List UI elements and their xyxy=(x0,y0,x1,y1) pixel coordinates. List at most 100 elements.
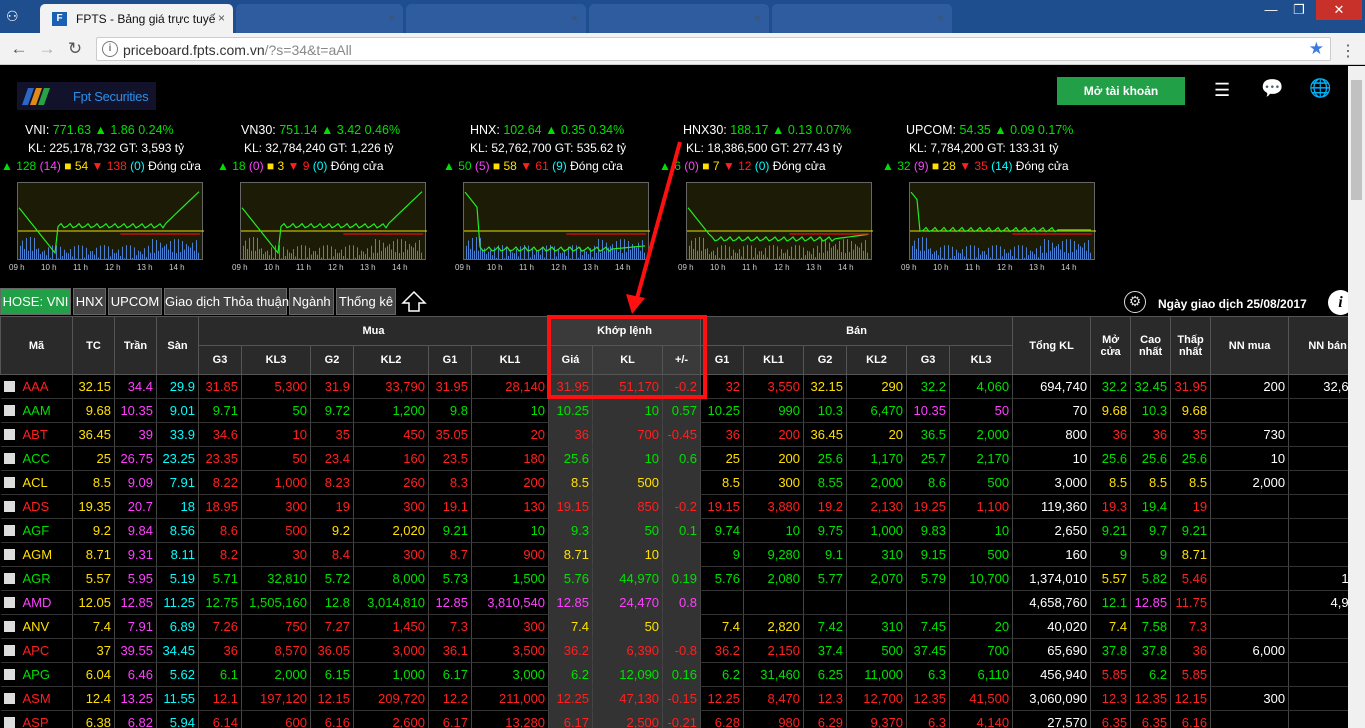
col-bid-kl2[interactable]: KL2 xyxy=(353,345,429,375)
cell-symbol[interactable]: ANV xyxy=(0,614,73,639)
cell-symbol[interactable]: ACC xyxy=(0,446,73,471)
close-window-button[interactable]: ✕ xyxy=(1316,0,1362,20)
col-bid-kl1[interactable]: KL1 xyxy=(470,345,550,375)
cell-symbol[interactable]: ACL xyxy=(0,470,73,495)
table-row[interactable]: ASM 12.4 13.25 11.55 12.1 197,120 12.15 209,720… xyxy=(0,686,1348,711)
col-ask-g2[interactable]: G2 xyxy=(803,345,848,375)
scrollbar-thumb[interactable] xyxy=(1351,80,1362,200)
index-intraday-chart-1[interactable] xyxy=(240,182,427,260)
table-row[interactable]: ADS 19.35 20.7 18 18.95 300 19 300 19.1 130 19.15 8… xyxy=(0,494,1348,519)
cell-symbol[interactable]: ABT xyxy=(0,422,73,447)
col-ask-kl3[interactable]: KL3 xyxy=(949,345,1014,375)
forward-arrow-icon[interactable]: → xyxy=(36,38,58,60)
tab-hose[interactable]: HOSE: VNI xyxy=(0,288,71,315)
watch-checkbox[interactable] xyxy=(3,621,15,632)
col-ceiling[interactable]: Trần xyxy=(114,316,157,375)
symbol-label[interactable]: AGM xyxy=(23,547,53,562)
cell-symbol[interactable]: ASM xyxy=(0,686,73,711)
url-input[interactable]: i priceboard.fpts.com.vn/?s=34&t=aAll ★ xyxy=(96,37,1331,61)
col-foreign-buy[interactable]: NN mua xyxy=(1210,316,1290,375)
col-open[interactable]: Mở cửa xyxy=(1090,316,1132,375)
fpt-logo[interactable]: Fpt Securities xyxy=(17,82,156,110)
tab-hnx[interactable]: HNX xyxy=(73,288,106,315)
watch-checkbox[interactable] xyxy=(3,381,15,392)
cell-symbol[interactable]: ADS xyxy=(0,494,73,519)
page-scrollbar[interactable] xyxy=(1348,66,1365,728)
table-row[interactable]: AAM 9.68 10.35 9.01 9.71 50 9.72 1,200 9.8 10 10.2… xyxy=(0,398,1348,423)
menu-icon[interactable]: ☰ xyxy=(1214,80,1230,101)
table-row[interactable]: ABT 36.45 39 33.9 34.6 10 35 450 35.05 20 36 700 -0.… xyxy=(0,422,1348,447)
minimize-button[interactable]: — xyxy=(1258,0,1284,20)
browser-tab-5[interactable]: × xyxy=(772,4,952,33)
col-reference[interactable]: TC xyxy=(72,316,115,375)
symbol-label[interactable]: ASM xyxy=(23,691,51,706)
watch-checkbox[interactable] xyxy=(3,717,15,728)
close-tab-icon[interactable]: × xyxy=(388,11,395,25)
watch-checkbox[interactable] xyxy=(3,405,15,416)
index-intraday-chart-4[interactable] xyxy=(909,182,1096,260)
watch-checkbox[interactable] xyxy=(3,453,15,464)
symbol-label[interactable]: APC xyxy=(23,643,50,658)
info-icon[interactable]: i xyxy=(1328,290,1348,315)
table-row[interactable]: AGM 8.71 9.31 8.11 8.2 30 8.4 300 8.7 900 8.71 10 9 9… xyxy=(0,542,1348,567)
bookmark-star-icon[interactable]: ★ xyxy=(1309,39,1324,59)
browser-tab-3[interactable]: × xyxy=(406,4,586,33)
reload-icon[interactable]: ↻ xyxy=(64,38,86,60)
symbol-label[interactable]: ASP xyxy=(23,715,49,728)
col-bid-g2[interactable]: G2 xyxy=(310,345,354,375)
index-intraday-chart-0[interactable] xyxy=(17,182,204,260)
cell-symbol[interactable]: APC xyxy=(0,638,73,663)
maximize-button[interactable]: ❐ xyxy=(1286,0,1312,20)
col-foreign-sell[interactable]: NN bán xyxy=(1288,316,1348,375)
browser-tab-2[interactable]: × xyxy=(236,4,403,33)
browser-tab-4[interactable]: × xyxy=(589,4,769,33)
globe-language-icon[interactable]: 🌐 xyxy=(1309,78,1331,99)
cell-symbol[interactable]: APG xyxy=(0,662,73,687)
chat-icon[interactable]: 💬 xyxy=(1261,78,1283,99)
back-arrow-icon[interactable]: ← xyxy=(8,38,30,60)
watch-checkbox[interactable] xyxy=(3,525,15,536)
watch-checkbox[interactable] xyxy=(3,597,15,608)
col-floor[interactable]: Sàn xyxy=(156,316,199,375)
table-row[interactable]: ANV 7.4 7.91 6.89 7.26 750 7.27 1,450 7.3 300 7.4 5… xyxy=(0,614,1348,639)
table-row[interactable]: ASP 6.38 6.82 5.94 6.14 600 6.16 2,600 6.17 13,28… xyxy=(0,710,1348,728)
table-row[interactable]: APC 37 39.55 34.45 36 8,570 36.05 3,000 36.1 3,50… xyxy=(0,638,1348,663)
close-tab-icon[interactable]: × xyxy=(937,11,944,25)
tab-statistics[interactable]: Thống kê xyxy=(336,288,396,315)
col-bid-g3[interactable]: G3 xyxy=(198,345,242,375)
col-high[interactable]: Cao nhất xyxy=(1130,316,1172,375)
watch-checkbox[interactable] xyxy=(3,501,15,512)
col-low[interactable]: Thấp nhất xyxy=(1170,316,1212,375)
symbol-label[interactable]: AAA xyxy=(23,379,49,394)
watch-checkbox[interactable] xyxy=(3,669,15,680)
table-row[interactable]: ACL 8.5 9.09 7.91 8.22 1,000 8.23 260 8.3 200 8.5 5… xyxy=(0,470,1348,495)
table-row[interactable]: AGF 9.2 9.84 8.56 8.6 500 9.2 2,020 9.21 10 9.3 50 0… xyxy=(0,518,1348,543)
symbol-label[interactable]: AGF xyxy=(23,523,50,538)
col-ask-kl2[interactable]: KL2 xyxy=(846,345,908,375)
symbol-label[interactable]: ANV xyxy=(23,619,50,634)
watch-checkbox[interactable] xyxy=(3,429,15,440)
col-bid-g1[interactable]: G1 xyxy=(428,345,472,375)
cell-symbol[interactable]: AGR xyxy=(0,566,73,591)
symbol-label[interactable]: AGR xyxy=(23,571,51,586)
symbol-label[interactable]: AMD xyxy=(23,595,52,610)
symbol-label[interactable]: ACL xyxy=(23,475,48,490)
cell-symbol[interactable]: AAM xyxy=(0,398,73,423)
watch-checkbox[interactable] xyxy=(3,477,15,488)
open-account-button[interactable]: Mở tài khoản xyxy=(1057,77,1185,105)
col-ask-kl1[interactable]: KL1 xyxy=(743,345,805,375)
watch-checkbox[interactable] xyxy=(3,549,15,560)
index-intraday-chart-3[interactable] xyxy=(686,182,873,260)
col-ask-g3[interactable]: G3 xyxy=(906,345,951,375)
site-info-icon[interactable]: i xyxy=(102,41,118,57)
col-symbol[interactable]: Mã xyxy=(0,316,73,375)
tab-upcom[interactable]: UPCOM xyxy=(108,288,162,315)
browser-tab-fpts[interactable]: F FPTS - Bảng giá trực tuyế × xyxy=(40,4,233,33)
symbol-label[interactable]: ADS xyxy=(23,499,50,514)
col-bid-kl3[interactable]: KL3 xyxy=(241,345,311,375)
index-intraday-chart-2[interactable] xyxy=(463,182,650,260)
cell-symbol[interactable]: AMD xyxy=(0,590,73,615)
table-row[interactable]: APG 6.04 6.46 5.62 6.1 2,000 6.15 1,000 6.17 3,00… xyxy=(0,662,1348,687)
collapse-up-arrow-icon[interactable] xyxy=(399,288,429,315)
table-row[interactable]: AMD 12.05 12.85 11.25 12.75 1,505,160 12.8 3,01… xyxy=(0,590,1348,615)
